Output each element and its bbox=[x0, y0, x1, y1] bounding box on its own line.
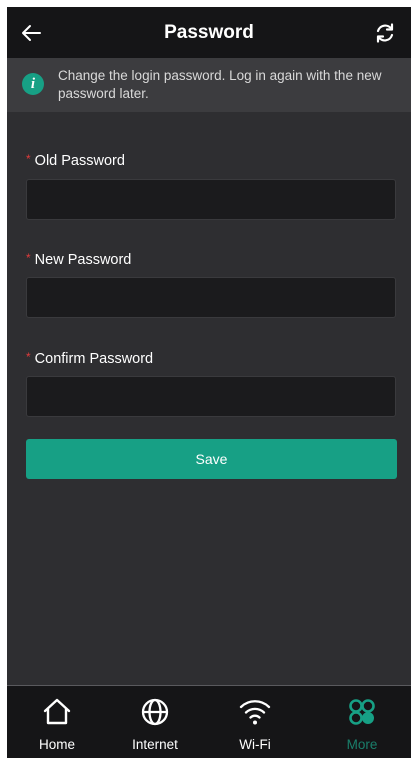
nav-wifi-label: Wi-Fi bbox=[239, 737, 271, 752]
nav-home-label: Home bbox=[38, 737, 75, 752]
required-marker: * bbox=[26, 251, 31, 265]
old-password-input[interactable] bbox=[26, 179, 396, 220]
notice-text: Change the login password. Log in again … bbox=[58, 68, 382, 101]
required-marker: * bbox=[26, 152, 31, 166]
new-password-label: * New Password bbox=[26, 251, 132, 268]
nav-internet-label: Internet bbox=[132, 737, 178, 752]
save-button[interactable]: Save bbox=[26, 439, 397, 479]
new-password-input[interactable] bbox=[26, 277, 396, 318]
info-icon: i bbox=[22, 73, 44, 95]
arrow-left-icon bbox=[22, 25, 41, 41]
page-title: Password bbox=[164, 21, 254, 43]
wifi-icon bbox=[239, 700, 271, 725]
more-grid-icon bbox=[349, 699, 375, 725]
info-notice: i Change the login password. Log in agai… bbox=[7, 58, 411, 112]
refresh-button[interactable] bbox=[371, 19, 399, 47]
nav-home[interactable]: Home bbox=[12, 686, 102, 758]
back-button[interactable] bbox=[17, 19, 45, 47]
refresh-icon bbox=[376, 23, 394, 43]
password-screen: Password i Change the login password. Lo… bbox=[7, 7, 411, 758]
nav-wifi[interactable]: Wi-Fi bbox=[210, 686, 300, 758]
nav-internet[interactable]: Internet bbox=[110, 686, 200, 758]
nav-more[interactable]: More bbox=[317, 686, 407, 758]
home-icon bbox=[43, 698, 71, 725]
required-marker: * bbox=[26, 350, 31, 364]
app-header: Password bbox=[7, 7, 411, 58]
confirm-password-input[interactable] bbox=[26, 376, 396, 417]
confirm-password-label: * Confirm Password bbox=[26, 350, 154, 367]
nav-more-label: More bbox=[346, 737, 378, 752]
old-password-label: * Old Password bbox=[26, 152, 125, 169]
bottom-nav: Home Internet Wi-Fi More bbox=[7, 685, 411, 758]
globe-icon bbox=[141, 698, 169, 726]
